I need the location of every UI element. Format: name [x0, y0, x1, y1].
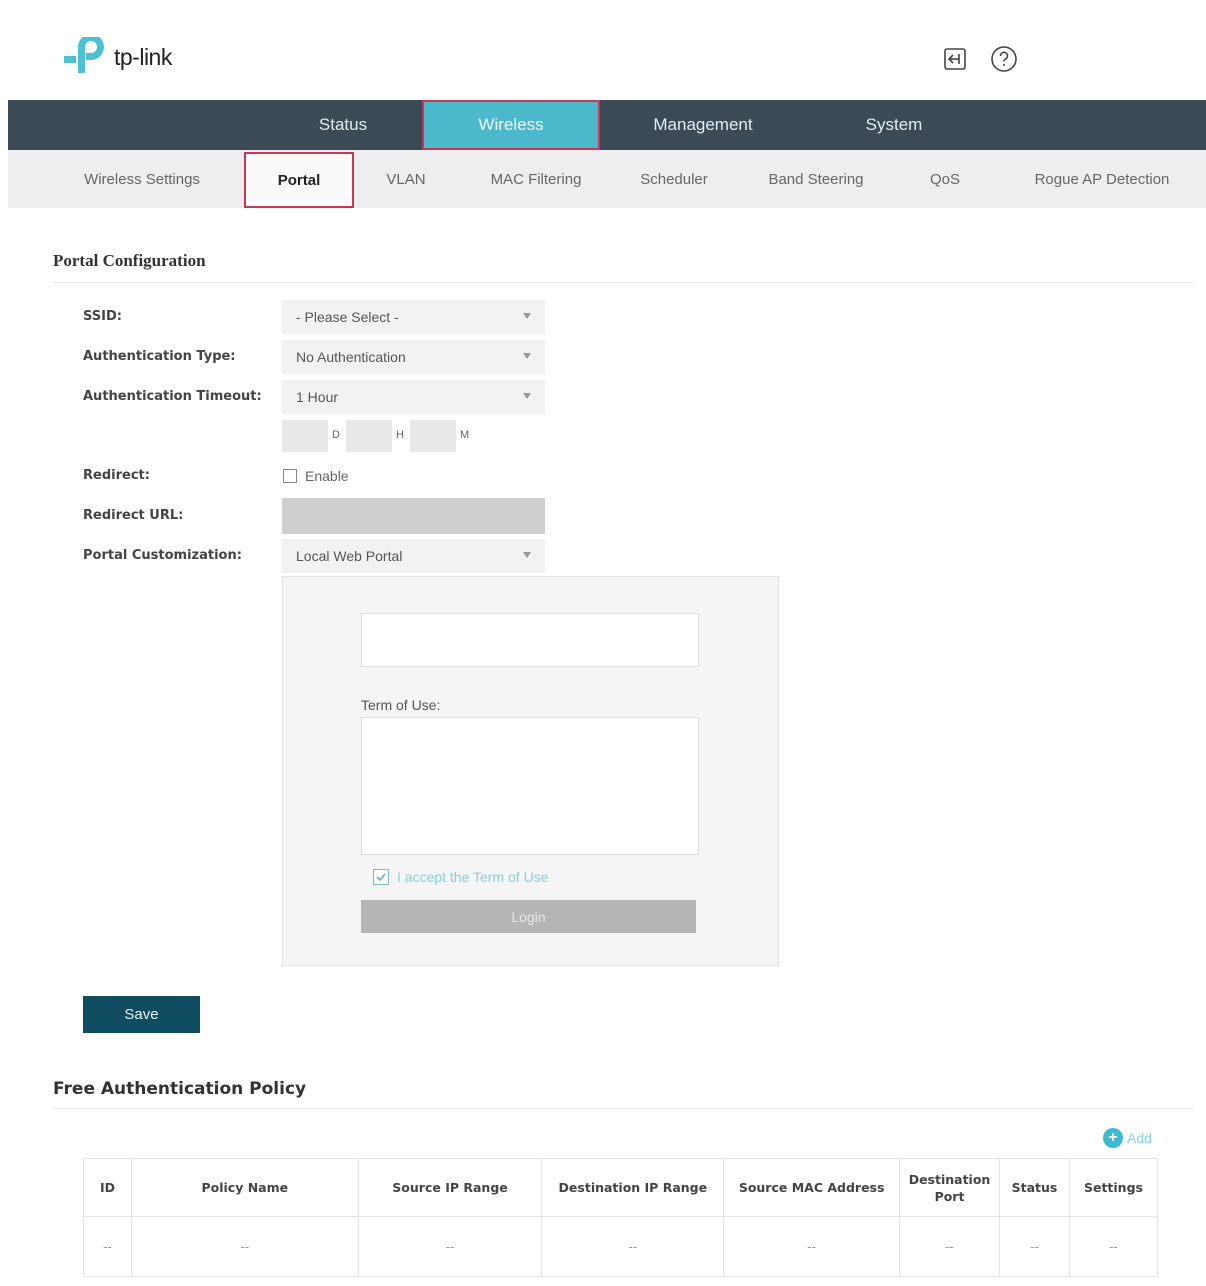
- timeout-days-input[interactable]: [282, 420, 328, 452]
- subtab-portal[interactable]: Portal: [244, 152, 354, 208]
- column-header-policy-name: Policy Name: [130, 1158, 359, 1217]
- preview-logo-area: [361, 613, 699, 667]
- chevron-down-icon: [523, 353, 531, 359]
- chevron-down-icon: [523, 313, 531, 319]
- minutes-unit-label: M: [460, 429, 470, 441]
- chevron-down-icon: [523, 552, 531, 558]
- timeout-hours-input[interactable]: [346, 420, 392, 452]
- table-cell: --: [1068, 1216, 1159, 1277]
- table-cell: --: [541, 1216, 725, 1277]
- redirect-enable-label: Enable: [305, 468, 349, 484]
- preview-login-button[interactable]: Login: [361, 900, 696, 933]
- table-cell: --: [83, 1216, 132, 1277]
- portal-customization-select[interactable]: Local Web Portal: [282, 539, 545, 573]
- subtab-qos[interactable]: QoS: [914, 150, 976, 208]
- ssid-select-value: - Please Select -: [296, 309, 399, 325]
- accept-terms-label: I accept the Term of Use: [397, 869, 549, 885]
- tab-management[interactable]: Management: [628, 100, 778, 150]
- tab-wireless[interactable]: Wireless: [422, 100, 600, 150]
- table-cell: --: [723, 1216, 901, 1277]
- subtab-rogue-ap-detection[interactable]: Rogue AP Detection: [1012, 150, 1192, 208]
- logout-icon[interactable]: [940, 44, 970, 74]
- redirect-url-label: Redirect URL:: [83, 508, 184, 523]
- auth-timeout-select-value: 1 Hour: [296, 389, 339, 405]
- save-button[interactable]: Save: [83, 996, 200, 1033]
- section-divider: [53, 282, 1193, 283]
- table-cell: --: [899, 1216, 1000, 1277]
- auth-timeout-select[interactable]: 1 Hour: [282, 380, 545, 414]
- subtab-mac-filtering[interactable]: MAC Filtering: [472, 150, 600, 208]
- tp-link-logo-icon: [64, 34, 110, 77]
- portal-customization-label: Portal Customization:: [83, 548, 242, 563]
- portal-customization-select-value: Local Web Portal: [296, 548, 403, 564]
- table-cell: --: [357, 1216, 543, 1277]
- free-auth-policy-title: Free Authentication Policy: [53, 1079, 307, 1099]
- days-unit-label: D: [332, 429, 340, 441]
- accept-terms-checkbox[interactable]: [373, 869, 389, 885]
- main-navigation: Status Wireless Management System: [8, 100, 1206, 150]
- redirect-url-input[interactable]: [282, 498, 545, 534]
- tab-system[interactable]: System: [844, 100, 944, 150]
- terms-of-use-textarea[interactable]: [361, 717, 699, 855]
- plus-icon: +: [1103, 1128, 1123, 1148]
- ssid-label: SSID:: [83, 309, 122, 324]
- column-header-source-ip-range: Source IP Range: [357, 1158, 543, 1217]
- column-header-destination-ip-range: Destination IP Range: [541, 1158, 725, 1217]
- subtab-wireless-settings[interactable]: Wireless Settings: [60, 150, 224, 208]
- auth-type-label: Authentication Type:: [83, 349, 236, 364]
- auth-type-select[interactable]: No Authentication: [282, 340, 545, 374]
- redirect-label: Redirect:: [83, 468, 150, 483]
- redirect-enable-checkbox[interactable]: [283, 469, 297, 483]
- terms-of-use-label: Term of Use:: [361, 697, 441, 713]
- help-icon[interactable]: [989, 44, 1019, 74]
- auth-timeout-label: Authentication Timeout:: [83, 389, 262, 404]
- auth-type-select-value: No Authentication: [296, 349, 406, 365]
- ssid-select[interactable]: - Please Select -: [282, 300, 545, 334]
- table-header-row: ID Policy Name Source IP Range Destinati…: [83, 1158, 1159, 1217]
- tab-status[interactable]: Status: [292, 100, 394, 150]
- column-header-id: ID: [83, 1158, 132, 1217]
- hours-unit-label: H: [396, 429, 404, 441]
- table-cell: --: [999, 1216, 1070, 1277]
- subtab-band-steering[interactable]: Band Steering: [748, 150, 884, 208]
- column-header-destination-port: Destination Port: [899, 1158, 1000, 1217]
- add-policy-button[interactable]: + Add: [1103, 1128, 1152, 1148]
- table-row: -- -- -- -- -- -- -- --: [83, 1216, 1159, 1277]
- table-cell: --: [130, 1216, 359, 1277]
- chevron-down-icon: [523, 393, 531, 399]
- subtab-scheduler[interactable]: Scheduler: [624, 150, 724, 208]
- subtab-vlan[interactable]: VLAN: [374, 150, 438, 208]
- section-divider: [53, 1108, 1193, 1109]
- column-header-status: Status: [999, 1158, 1070, 1217]
- timeout-minutes-input[interactable]: [410, 420, 456, 452]
- logo-text: tp-link: [114, 43, 172, 70]
- sub-navigation: Wireless Settings Portal VLAN MAC Filter…: [8, 150, 1206, 208]
- accept-terms-row[interactable]: I accept the Term of Use: [373, 869, 548, 885]
- top-header: tp-link: [8, 14, 1206, 100]
- column-header-settings: Settings: [1068, 1158, 1159, 1217]
- portal-configuration-title: Portal Configuration: [53, 251, 206, 270]
- add-label: Add: [1127, 1130, 1152, 1146]
- portal-preview-panel: Term of Use: I accept the Term of Use Lo…: [282, 576, 779, 966]
- tp-link-logo: tp-link: [64, 34, 204, 78]
- free-auth-policy-table: ID Policy Name Source IP Range Destinati…: [83, 1158, 1159, 1277]
- column-header-source-mac-address: Source MAC Address: [723, 1158, 901, 1217]
